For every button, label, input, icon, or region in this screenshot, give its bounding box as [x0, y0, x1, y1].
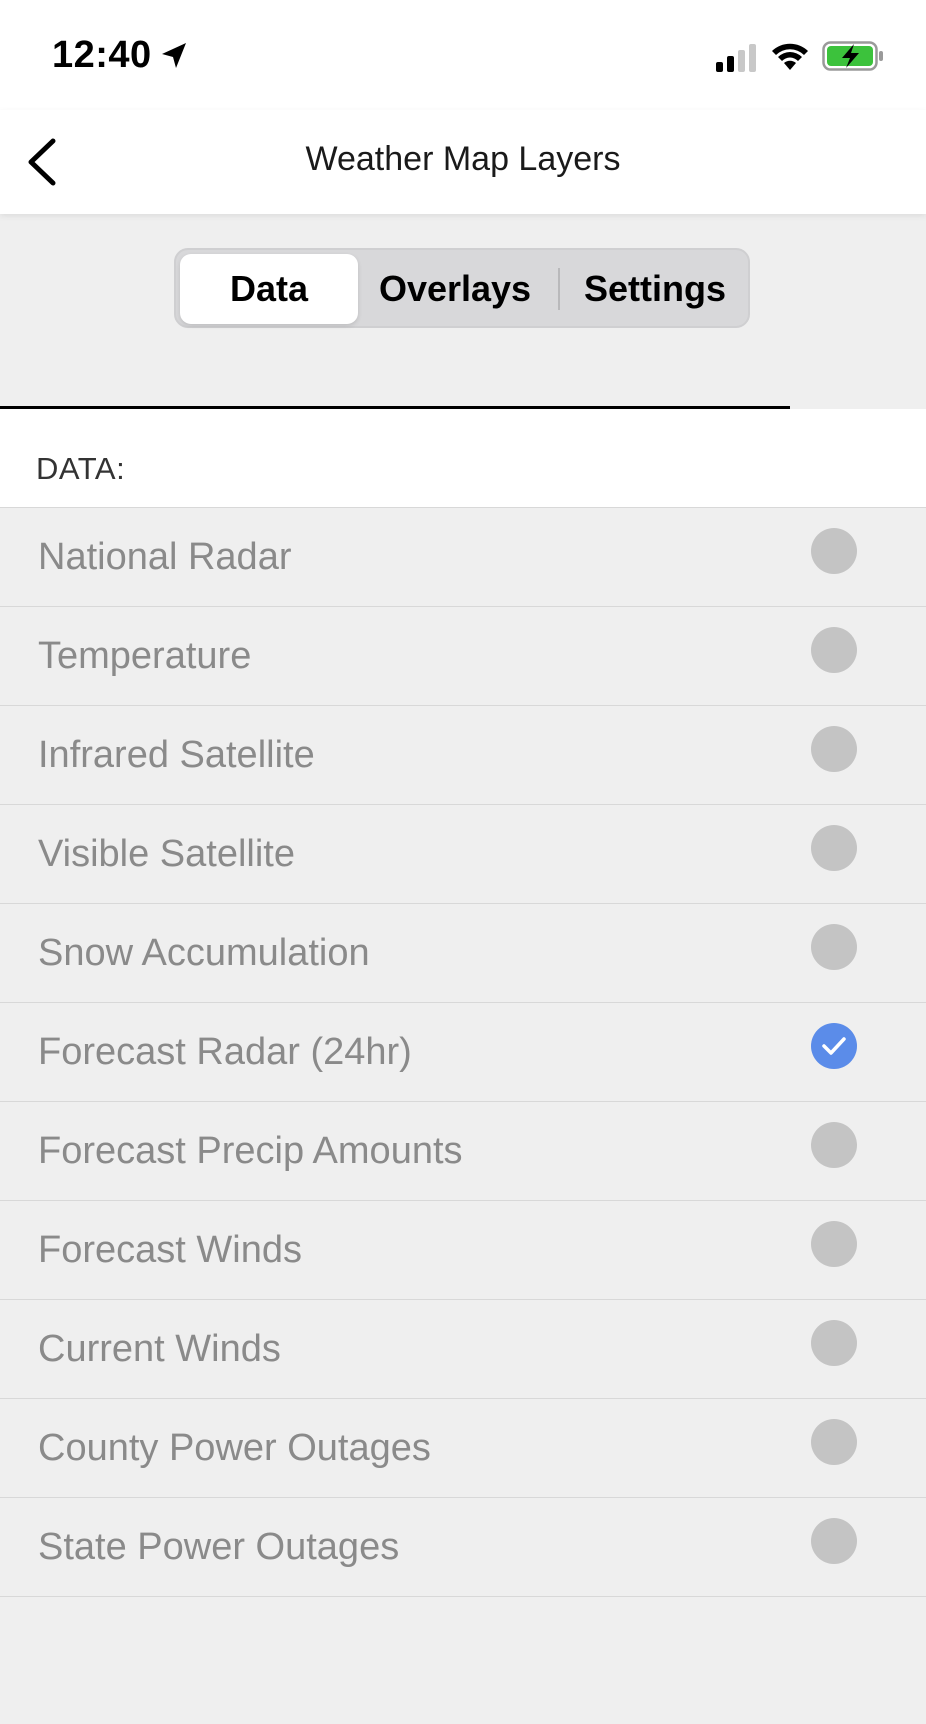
checkmark-icon: [822, 1037, 846, 1055]
list-item-label: Temperature: [38, 635, 252, 677]
list-item-label: Infrared Satellite: [38, 734, 315, 776]
tab-settings[interactable]: Settings: [566, 254, 744, 324]
location-arrow-icon: [162, 43, 186, 68]
list-item-label: Snow Accumulation: [38, 932, 370, 974]
list-item-label: Visible Satellite: [38, 833, 296, 875]
list-item-forecast-winds[interactable]: Forecast Winds: [0, 1200, 926, 1299]
radio-unchecked-icon[interactable]: [811, 1320, 857, 1366]
radio-unchecked-icon[interactable]: [811, 627, 857, 673]
wifi-icon: [772, 43, 808, 70]
segment-area: Data Overlays Settings: [0, 214, 926, 408]
list-item-current-winds[interactable]: Current Winds: [0, 1299, 926, 1398]
radio-unchecked-icon[interactable]: [811, 1122, 857, 1168]
list-item-national-radar[interactable]: National Radar: [0, 507, 926, 606]
list-item-label: National Radar: [38, 536, 292, 578]
section-header: DATA:: [0, 409, 926, 508]
cellular-signal-icon: [716, 44, 756, 72]
list-item-county-power-outages[interactable]: County Power Outages: [0, 1398, 926, 1497]
section-label: DATA:: [36, 451, 126, 486]
list-item-forecast-radar[interactable]: Forecast Radar (24hr): [0, 1002, 926, 1101]
list-item-label: Current Winds: [38, 1328, 281, 1370]
list-item-label: Forecast Winds: [38, 1229, 302, 1271]
list-item-snow-accumulation[interactable]: Snow Accumulation: [0, 903, 926, 1002]
radio-unchecked-icon[interactable]: [811, 1419, 857, 1465]
radio-unchecked-icon[interactable]: [811, 1221, 857, 1267]
tab-data[interactable]: Data: [180, 254, 358, 324]
page-title: Weather Map Layers: [305, 140, 621, 178]
list-item-label: State Power Outages: [38, 1526, 400, 1568]
list-item-temperature[interactable]: Temperature: [0, 606, 926, 705]
list-item-label: County Power Outages: [38, 1427, 431, 1469]
weather-map-layers-screen: 12:40 Weather Map Layers Data Overlays S…: [0, 0, 926, 1724]
battery-charging-icon: [822, 41, 883, 71]
radio-unchecked-icon[interactable]: [811, 528, 857, 574]
segment-divider: [558, 268, 560, 310]
list-item-label: Forecast Radar (24hr): [38, 1031, 412, 1073]
radio-unchecked-icon[interactable]: [811, 726, 857, 772]
radio-unchecked-icon[interactable]: [811, 924, 857, 970]
list-item-infrared-satellite[interactable]: Infrared Satellite: [0, 705, 926, 804]
list-item-forecast-precip-amounts[interactable]: Forecast Precip Amounts: [0, 1101, 926, 1200]
status-bar: 12:40: [0, 0, 926, 110]
list-item-visible-satellite[interactable]: Visible Satellite: [0, 804, 926, 903]
list-item-state-power-outages[interactable]: State Power Outages: [0, 1497, 926, 1597]
layer-list: National Radar Temperature Infrared Sate…: [0, 507, 926, 1597]
tab-overlays[interactable]: Overlays: [370, 254, 540, 324]
list-item-label: Forecast Precip Amounts: [38, 1130, 463, 1172]
radio-checked-icon[interactable]: [811, 1023, 857, 1069]
radio-unchecked-icon[interactable]: [811, 825, 857, 871]
status-time: 12:40: [52, 34, 152, 76]
navigation-bar: Weather Map Layers: [0, 110, 926, 214]
segmented-control: Data Overlays Settings: [174, 248, 750, 328]
radio-unchecked-icon[interactable]: [811, 1518, 857, 1564]
